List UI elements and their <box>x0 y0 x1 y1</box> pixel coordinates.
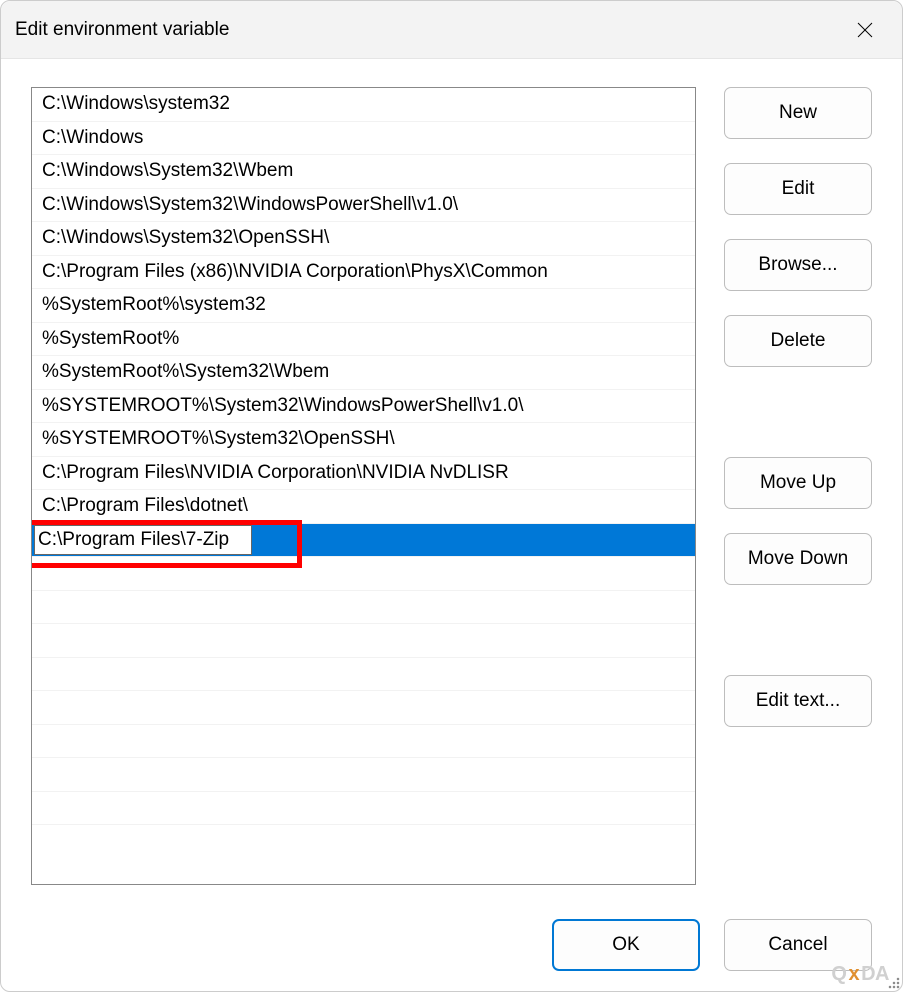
resize-grip-icon[interactable] <box>887 976 901 990</box>
list-item[interactable]: %SYSTEMROOT%\System32\WindowsPowerShell\… <box>32 390 695 424</box>
path-edit-input[interactable] <box>38 529 248 551</box>
list-item-empty[interactable] <box>32 658 695 692</box>
list-item[interactable]: C:\Windows\System32\OpenSSH\ <box>32 222 695 256</box>
list-item[interactable]: %SystemRoot%\system32 <box>32 289 695 323</box>
window-title: Edit environment variable <box>15 19 229 41</box>
list-item[interactable]: C:\Program Files (x86)\NVIDIA Corporatio… <box>32 256 695 290</box>
inline-edit-wrapper <box>34 525 252 556</box>
delete-button[interactable]: Delete <box>724 315 872 367</box>
watermark-text: Q <box>831 963 846 986</box>
list-item-selected[interactable] <box>32 524 695 558</box>
title-bar: Edit environment variable <box>1 1 902 59</box>
bottom-button-row: OK Cancel <box>31 919 872 971</box>
edit-text-button[interactable]: Edit text... <box>724 675 872 727</box>
list-item[interactable]: C:\Program Files\dotnet\ <box>32 490 695 524</box>
list-item-empty[interactable] <box>32 725 695 759</box>
list-item-empty[interactable] <box>32 624 695 658</box>
main-row: C:\Windows\system32 C:\Windows C:\Window… <box>31 87 872 885</box>
browse-button[interactable]: Browse... <box>724 239 872 291</box>
edit-button[interactable]: Edit <box>724 163 872 215</box>
list-item[interactable]: %SYSTEMROOT%\System32\OpenSSH\ <box>32 423 695 457</box>
list-item[interactable]: C:\Windows\system32 <box>32 88 695 122</box>
close-icon <box>857 22 873 38</box>
path-listbox[interactable]: C:\Windows\system32 C:\Windows C:\Window… <box>31 87 696 885</box>
list-item-empty[interactable] <box>32 758 695 792</box>
side-button-column: New Edit Browse... Delete Move Up Move D… <box>724 87 872 885</box>
list-item[interactable]: %SystemRoot% <box>32 323 695 357</box>
watermark-text: x <box>848 963 859 986</box>
list-item-empty[interactable] <box>32 691 695 725</box>
close-button[interactable] <box>842 7 888 53</box>
list-item[interactable]: %SystemRoot%\System32\Wbem <box>32 356 695 390</box>
ok-button[interactable]: OK <box>552 919 700 971</box>
list-item[interactable]: C:\Windows\System32\WindowsPowerShell\v1… <box>32 189 695 223</box>
move-down-button[interactable]: Move Down <box>724 533 872 585</box>
list-item-empty[interactable] <box>32 557 695 591</box>
list-item-empty[interactable] <box>32 825 695 884</box>
move-up-button[interactable]: Move Up <box>724 457 872 509</box>
watermark: QxDA <box>831 963 889 986</box>
list-item[interactable]: C:\Windows <box>32 122 695 156</box>
list-item-empty[interactable] <box>32 591 695 625</box>
edit-environment-variable-dialog: Edit environment variable C:\Windows\sys… <box>0 0 903 992</box>
list-item[interactable]: C:\Windows\System32\Wbem <box>32 155 695 189</box>
watermark-text: DA <box>861 963 889 986</box>
dialog-content: C:\Windows\system32 C:\Windows C:\Window… <box>1 59 902 991</box>
list-item[interactable]: C:\Program Files\NVIDIA Corporation\NVID… <box>32 457 695 491</box>
list-item-empty[interactable] <box>32 792 695 826</box>
new-button[interactable]: New <box>724 87 872 139</box>
